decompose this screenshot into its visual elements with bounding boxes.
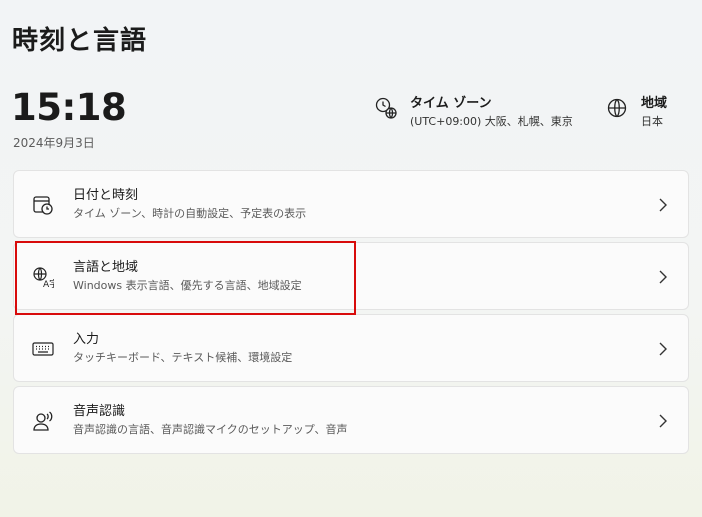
card-title: 入力 xyxy=(73,332,100,347)
region-value: 日本 xyxy=(641,115,663,128)
timezone-info: タイム ゾーン (UTC+09:00) 大阪、札幌、東京 xyxy=(374,96,573,129)
region-info: 地域 日本 xyxy=(605,96,667,129)
region-label: 地域 xyxy=(641,96,668,111)
svg-text:A字: A字 xyxy=(43,278,54,288)
chevron-right-icon xyxy=(659,342,667,356)
date-time-card[interactable]: 日付と時刻 タイム ゾーン、時計の自動設定、予定表の表示 xyxy=(13,170,689,238)
language-icon: A字 xyxy=(33,267,54,288)
keyboard-icon xyxy=(32,342,54,356)
globe-icon xyxy=(607,98,627,118)
current-date: 2024年9月3日 xyxy=(13,136,95,150)
timezone-value: (UTC+09:00) 大阪、札幌、東京 xyxy=(410,115,573,128)
card-title: 言語と地域 xyxy=(73,260,139,275)
speech-card[interactable]: 音声認識 音声認識の言語、音声認識マイクのセットアップ、音声 xyxy=(13,386,689,454)
language-region-card[interactable]: A字 言語と地域 Windows 表示言語、優先する言語、地域設定 xyxy=(13,242,689,310)
timezone-label: タイム ゾーン xyxy=(410,96,492,111)
chevron-right-icon xyxy=(659,414,667,428)
clock-globe-icon xyxy=(375,97,397,119)
chevron-right-icon xyxy=(659,270,667,284)
card-subtitle: 音声認識の言語、音声認識マイクのセットアップ、音声 xyxy=(73,423,348,436)
speech-icon xyxy=(33,411,53,431)
card-subtitle: タイム ゾーン、時計の自動設定、予定表の表示 xyxy=(73,207,307,220)
page-title: 時刻と言語 xyxy=(12,26,148,56)
input-card[interactable]: 入力 タッチキーボード、テキスト候補、環境設定 xyxy=(13,314,689,382)
card-subtitle: タッチキーボード、テキスト候補、環境設定 xyxy=(73,351,293,364)
card-title: 日付と時刻 xyxy=(73,188,139,203)
current-time: 15:18 xyxy=(11,86,127,129)
card-title: 音声認識 xyxy=(73,404,126,419)
calendar-clock-icon xyxy=(33,196,53,215)
chevron-right-icon xyxy=(659,198,667,212)
card-subtitle: Windows 表示言語、優先する言語、地域設定 xyxy=(73,279,302,292)
